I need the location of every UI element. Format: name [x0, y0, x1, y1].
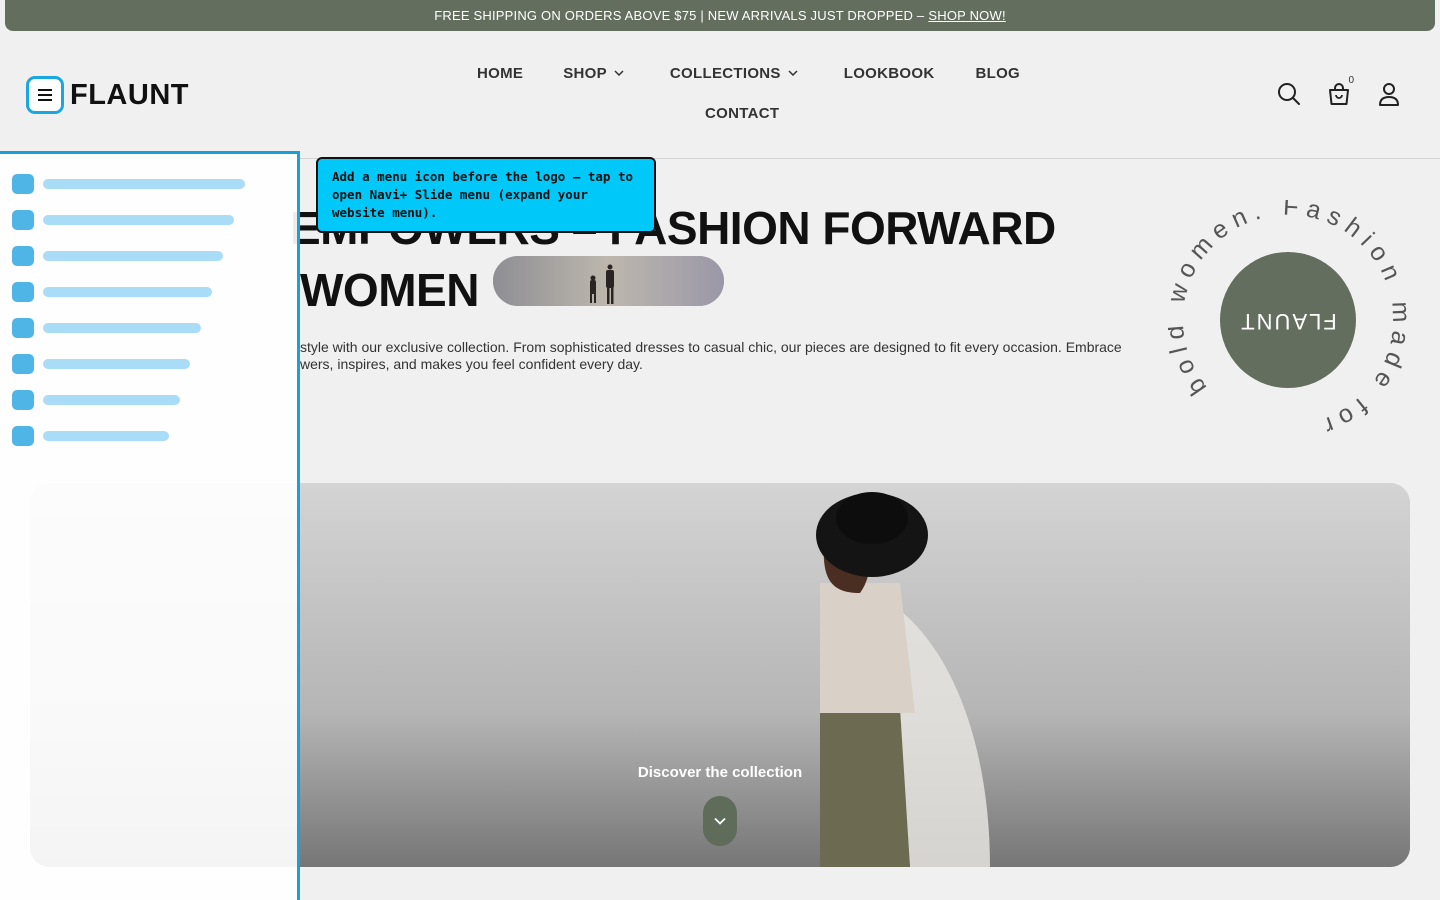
chevron-down-icon [714, 817, 726, 825]
hero-pill-image [493, 256, 724, 306]
menu-placeholder-item[interactable] [12, 318, 201, 338]
scroll-down-button[interactable] [703, 796, 737, 846]
menu-placeholder-item[interactable] [12, 426, 169, 446]
nav-blog[interactable]: BLOG [975, 65, 1020, 82]
menu-item-icon [12, 174, 34, 194]
menu-icon[interactable] [26, 76, 64, 114]
menu-placeholder-item[interactable] [12, 390, 180, 410]
nav-lookbook[interactable]: LOOKBOOK [844, 65, 935, 82]
badge-center-text: FLAUNT [1239, 309, 1337, 334]
announcement-bar: FREE SHIPPING ON ORDERS ABOVE $75 | NEW … [5, 0, 1435, 31]
menu-item-icon [12, 354, 34, 374]
search-icon[interactable] [1276, 81, 1302, 107]
menu-placeholder-item[interactable] [12, 210, 234, 230]
slide-menu-panel[interactable] [0, 151, 300, 900]
menu-item-icon [12, 282, 34, 302]
logo-text: FLAUNT [70, 78, 189, 111]
hero-title-main: FASHION FORWARD [609, 202, 1056, 254]
menu-placeholder-item[interactable] [12, 282, 212, 302]
menu-item-icon [12, 210, 34, 230]
hero-description-line2: wers, inspires, and makes you feel confi… [300, 356, 643, 372]
menu-item-icon [12, 390, 34, 410]
menu-placeholder-item[interactable] [12, 354, 190, 374]
cart-count: 0 [1348, 75, 1354, 86]
nav-home[interactable]: HOME [477, 65, 523, 82]
menu-item-icon [12, 246, 34, 266]
header-actions: 0 [1276, 75, 1402, 107]
cart-button[interactable]: 0 [1326, 75, 1354, 107]
couple-figure-image [493, 256, 724, 306]
menu-item-icon [12, 318, 34, 338]
hero-title-line2: WOMEN [300, 264, 479, 316]
shop-now-link[interactable]: SHOP NOW! [928, 8, 1005, 23]
nav-shop-label: SHOP [563, 64, 607, 82]
chevron-down-icon [788, 70, 798, 76]
hero-description-line1: style with our exclusive collection. Fro… [300, 339, 1122, 355]
logo[interactable]: FLAUNT [26, 76, 189, 114]
nav-collections-label: COLLECTIONS [669, 64, 781, 82]
site-header: FLAUNT HOME SHOP COLLECTIONS LOOKBOOK BL… [0, 31, 1440, 159]
menu-placeholder-item[interactable] [12, 246, 223, 266]
nav-collections[interactable]: COLLECTIONS [670, 65, 798, 82]
main-nav: HOME SHOP COLLECTIONS LOOKBOOK BLOG CONT… [460, 61, 1020, 123]
nav-shop[interactable]: SHOP [563, 65, 624, 82]
hero-description: style with our exclusive collection. Fro… [300, 339, 1150, 373]
setup-tooltip: Add a menu icon before the logo — tap to… [316, 157, 656, 233]
menu-item-icon [12, 426, 34, 446]
chevron-down-icon [614, 70, 624, 76]
nav-contact[interactable]: CONTACT [705, 105, 779, 122]
account-icon[interactable] [1376, 81, 1402, 107]
menu-placeholder-item[interactable] [12, 174, 245, 194]
announcement-text: FREE SHIPPING ON ORDERS ABOVE $75 | NEW … [434, 8, 925, 23]
brand-badge: bold women. Fashion made for FLAUNT [1168, 200, 1408, 440]
